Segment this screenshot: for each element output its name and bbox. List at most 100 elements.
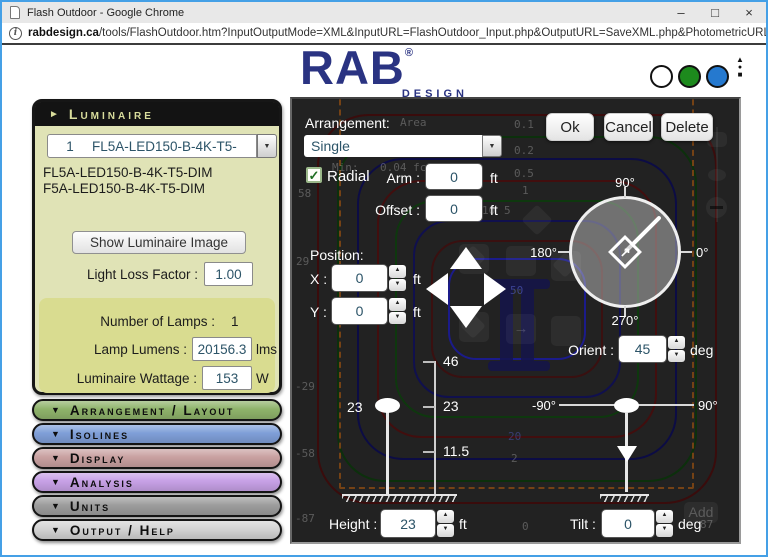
- y-spinner[interactable]: ▲ ▼: [389, 298, 406, 324]
- height-unit: ft: [459, 516, 467, 532]
- height-slider-knob[interactable]: [375, 398, 400, 413]
- luminaire-select[interactable]: 1 FL5A-LED150-B-4K-T5-: [47, 134, 257, 158]
- tilt-spinner[interactable]: ▲ ▼: [656, 510, 673, 537]
- accordion-units[interactable]: ▼ Units: [32, 495, 282, 517]
- collapse-icon: ▼: [51, 477, 60, 487]
- accordion-isolines[interactable]: ▼ Isolines: [32, 423, 282, 445]
- pan-left-arrow[interactable]: [426, 273, 448, 305]
- cancel-button[interactable]: Cancel: [604, 113, 653, 141]
- y-input[interactable]: [332, 298, 387, 324]
- orient-input[interactable]: [619, 336, 666, 362]
- accordion-label: Arrangement / Layout: [70, 403, 234, 418]
- collapse-icon: ▼: [51, 453, 60, 463]
- accordion-arrangement-layout[interactable]: ▼ Arrangement / Layout: [32, 399, 282, 421]
- spin-up-icon[interactable]: ▲: [389, 298, 406, 311]
- height-spinner[interactable]: ▲ ▼: [437, 510, 454, 537]
- tilt-aim-arrow: [617, 446, 637, 462]
- luminaire-desc-line2: F5A-LED150-B-4K-T5-DIM: [43, 181, 205, 196]
- height-pole-line: [386, 412, 389, 494]
- plan-view-editor: → Area Min: 0.04 fc 58 29 -29 -58 -87 0.…: [290, 97, 741, 544]
- arrangement-select-dropdown-icon[interactable]: ▼: [482, 135, 502, 157]
- maximize-button[interactable]: □: [698, 5, 732, 20]
- spin-down-icon[interactable]: ▼: [668, 350, 685, 363]
- tilt-slider-knob[interactable]: [614, 398, 639, 413]
- dial-90-label: 90°: [605, 175, 645, 190]
- luminaire-model: FL5A-LED150-B-4K-T5-: [92, 139, 237, 154]
- url-domain: rabdesign.ca: [28, 27, 99, 39]
- offset-input[interactable]: [426, 196, 482, 221]
- arm-label: Arm :: [352, 170, 420, 186]
- pan-right-arrow[interactable]: [484, 273, 506, 305]
- height-scale-line: [434, 361, 436, 494]
- swatch-blue[interactable]: [706, 65, 729, 88]
- height-input[interactable]: [381, 510, 435, 537]
- radial-checkbox[interactable]: ✓: [306, 167, 322, 183]
- collapse-icon: ▼: [51, 405, 60, 415]
- arrangement-label: Arrangement:: [305, 115, 390, 131]
- iso-label: 0.5: [514, 167, 534, 180]
- iso-label: 1: [522, 184, 529, 197]
- spin-down-icon[interactable]: ▼: [389, 312, 406, 325]
- light-loss-factor-label: Light Loss Factor :: [35, 267, 198, 282]
- spin-up-icon[interactable]: ▲: [656, 510, 673, 523]
- iso-label: 0.2: [514, 144, 534, 157]
- close-button[interactable]: ×: [732, 5, 766, 20]
- lamp-lumens-input[interactable]: [192, 337, 252, 361]
- pan-up-arrow[interactable]: [450, 247, 482, 269]
- height-scale-46: 46: [443, 353, 459, 369]
- tilt-minus90-label: -90°: [525, 398, 556, 413]
- y-label: Y :: [310, 304, 327, 320]
- swatch-green[interactable]: [678, 65, 701, 88]
- lamp-lumens-unit: lms: [256, 342, 277, 357]
- x-spinner[interactable]: ▲ ▼: [389, 265, 406, 291]
- grid-label: -58: [295, 447, 315, 460]
- arm-unit: ft: [490, 170, 498, 186]
- accordion-analysis[interactable]: ▼ Analysis: [32, 471, 282, 493]
- swatch-white[interactable]: [650, 65, 673, 88]
- minimize-button[interactable]: –: [664, 5, 698, 20]
- tilt-input[interactable]: [602, 510, 654, 537]
- grid-label: 58: [298, 187, 311, 200]
- arrangement-select[interactable]: Single: [304, 135, 482, 157]
- spin-up-icon[interactable]: ▲: [389, 265, 406, 278]
- luminaire-desc-line1: FL5A-LED150-B-4K-T5-DIM: [43, 165, 213, 180]
- light-loss-factor-input[interactable]: [204, 262, 253, 286]
- arm-input[interactable]: [426, 164, 482, 189]
- accordion-output-help[interactable]: ▼ Output / Help: [32, 519, 282, 541]
- spin-up-icon[interactable]: ▲: [437, 510, 454, 523]
- pan-down-arrow[interactable]: [450, 306, 482, 328]
- faint-zoom-handle: [708, 169, 726, 181]
- mini-slider-up-icon[interactable]: ▲: [733, 56, 747, 64]
- spin-down-icon[interactable]: ▼: [437, 524, 454, 537]
- luminaire-wattage-input[interactable]: [202, 366, 252, 390]
- accordion-display[interactable]: ▼ Display: [32, 447, 282, 469]
- accordion-label: Isolines: [70, 427, 129, 442]
- x-input[interactable]: [332, 265, 387, 291]
- mini-slider-widget[interactable]: ▲ ● ■: [733, 56, 747, 79]
- luminaire-select-dropdown-icon[interactable]: ▼: [257, 134, 277, 158]
- grid-label: -87: [295, 512, 315, 525]
- luminaire-header[interactable]: ► Luminaire: [35, 102, 279, 126]
- mini-slider-square-icon[interactable]: ■: [733, 71, 747, 79]
- orient-spinner[interactable]: ▲ ▼: [668, 336, 685, 362]
- offset-unit: ft: [490, 202, 498, 218]
- show-luminaire-image-button[interactable]: Show Luminaire Image: [72, 231, 246, 254]
- window-title: Flash Outdoor - Google Chrome: [27, 7, 184, 19]
- ok-button[interactable]: Ok: [546, 113, 594, 141]
- grid-label: 0: [522, 520, 529, 533]
- tilt-90-label: 90°: [698, 398, 718, 413]
- faint-minus: [710, 206, 723, 209]
- x-unit: ft: [413, 271, 421, 287]
- info-icon[interactable]: i: [9, 27, 22, 40]
- spin-down-icon[interactable]: ▼: [656, 524, 673, 537]
- rab-logo: RAB® DESIGN: [300, 49, 476, 100]
- lamp-lumens-label: Lamp Lumens :: [35, 342, 187, 357]
- delete-button[interactable]: Delete: [661, 113, 713, 141]
- spin-up-icon[interactable]: ▲: [668, 336, 685, 349]
- number-of-lamps-value: 1: [231, 314, 239, 329]
- spin-down-icon[interactable]: ▼: [389, 279, 406, 292]
- page-icon: [10, 6, 20, 19]
- dial-tick: [681, 251, 692, 253]
- position-label: Position:: [310, 247, 364, 263]
- height-knob-value: 23: [347, 399, 363, 415]
